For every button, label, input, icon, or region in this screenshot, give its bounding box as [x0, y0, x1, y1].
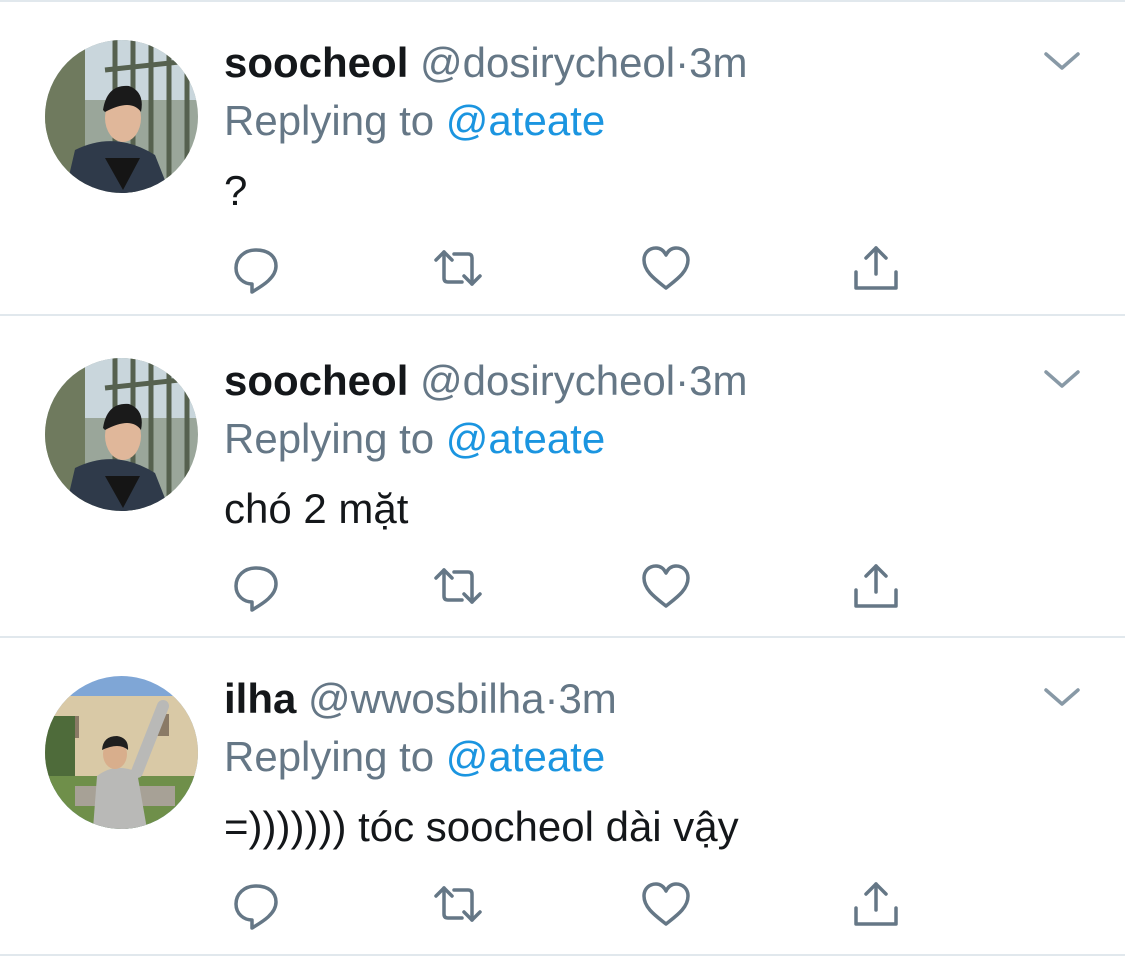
action-bar — [224, 240, 924, 300]
tweet-feed: soocheol @dosirycheol·3m Replying to @at… — [0, 0, 1125, 957]
like-icon[interactable] — [638, 876, 694, 932]
retweet-icon[interactable] — [430, 558, 486, 614]
replying-label: Replying to — [224, 97, 446, 144]
tweet-text: ? — [224, 167, 248, 214]
mention-link[interactable]: @ateate — [446, 97, 605, 144]
avatar[interactable] — [45, 358, 198, 511]
replying-to: Replying to @ateate — [224, 414, 605, 464]
tweet-text: =))))))) tóc soocheol dài vậy — [224, 803, 739, 850]
chevron-down-icon[interactable] — [1040, 680, 1084, 714]
replying-to: Replying to @ateate — [224, 96, 605, 146]
replying-label: Replying to — [224, 415, 446, 462]
mention-link[interactable]: @ateate — [446, 733, 605, 780]
display-name[interactable]: soocheol — [224, 357, 408, 404]
retweet-icon[interactable] — [430, 240, 486, 296]
action-bar — [224, 876, 924, 936]
tweet[interactable]: soocheol @dosirycheol·3m Replying to @at… — [0, 0, 1125, 316]
share-icon[interactable] — [848, 558, 904, 614]
separator-dot: · — [675, 39, 690, 86]
chevron-down-icon[interactable] — [1040, 362, 1084, 396]
mention-link[interactable]: @ateate — [446, 415, 605, 462]
display-name[interactable]: soocheol — [224, 39, 408, 86]
reply-icon[interactable] — [228, 240, 284, 296]
avatar-soocheol-image — [45, 358, 198, 511]
share-icon[interactable] — [848, 240, 904, 296]
reply-icon[interactable] — [228, 876, 284, 932]
retweet-icon[interactable] — [430, 876, 486, 932]
reply-icon[interactable] — [228, 558, 284, 614]
tweet-header: soocheol @dosirycheol·3m — [224, 38, 747, 88]
action-bar — [224, 558, 924, 618]
timestamp[interactable]: 3m — [689, 39, 747, 86]
like-icon[interactable] — [638, 240, 694, 296]
avatar[interactable] — [45, 40, 198, 193]
chevron-down-icon[interactable] — [1040, 44, 1084, 78]
user-handle[interactable]: @dosirycheol — [420, 357, 675, 404]
share-icon[interactable] — [848, 876, 904, 932]
tweet[interactable]: ilha @wwosbilha·3m Replying to @ateate =… — [0, 638, 1125, 956]
separator-dot: · — [675, 357, 690, 404]
timestamp[interactable]: 3m — [558, 675, 616, 722]
user-handle[interactable]: @dosirycheol — [420, 39, 675, 86]
tweet-text: chó 2 mặt — [224, 485, 409, 532]
like-icon[interactable] — [638, 558, 694, 614]
tweet[interactable]: soocheol @dosirycheol·3m Replying to @at… — [0, 320, 1125, 638]
replying-to: Replying to @ateate — [224, 732, 605, 782]
replying-label: Replying to — [224, 733, 446, 780]
separator-dot: · — [544, 675, 559, 722]
tweet-header: soocheol @dosirycheol·3m — [224, 356, 747, 406]
tweet-header: ilha @wwosbilha·3m — [224, 674, 617, 724]
avatar-ilha-image — [45, 676, 198, 829]
timestamp[interactable]: 3m — [689, 357, 747, 404]
user-handle[interactable]: @wwosbilha — [308, 675, 544, 722]
display-name[interactable]: ilha — [224, 675, 296, 722]
avatar[interactable] — [45, 676, 198, 829]
avatar-soocheol-image — [45, 40, 198, 193]
